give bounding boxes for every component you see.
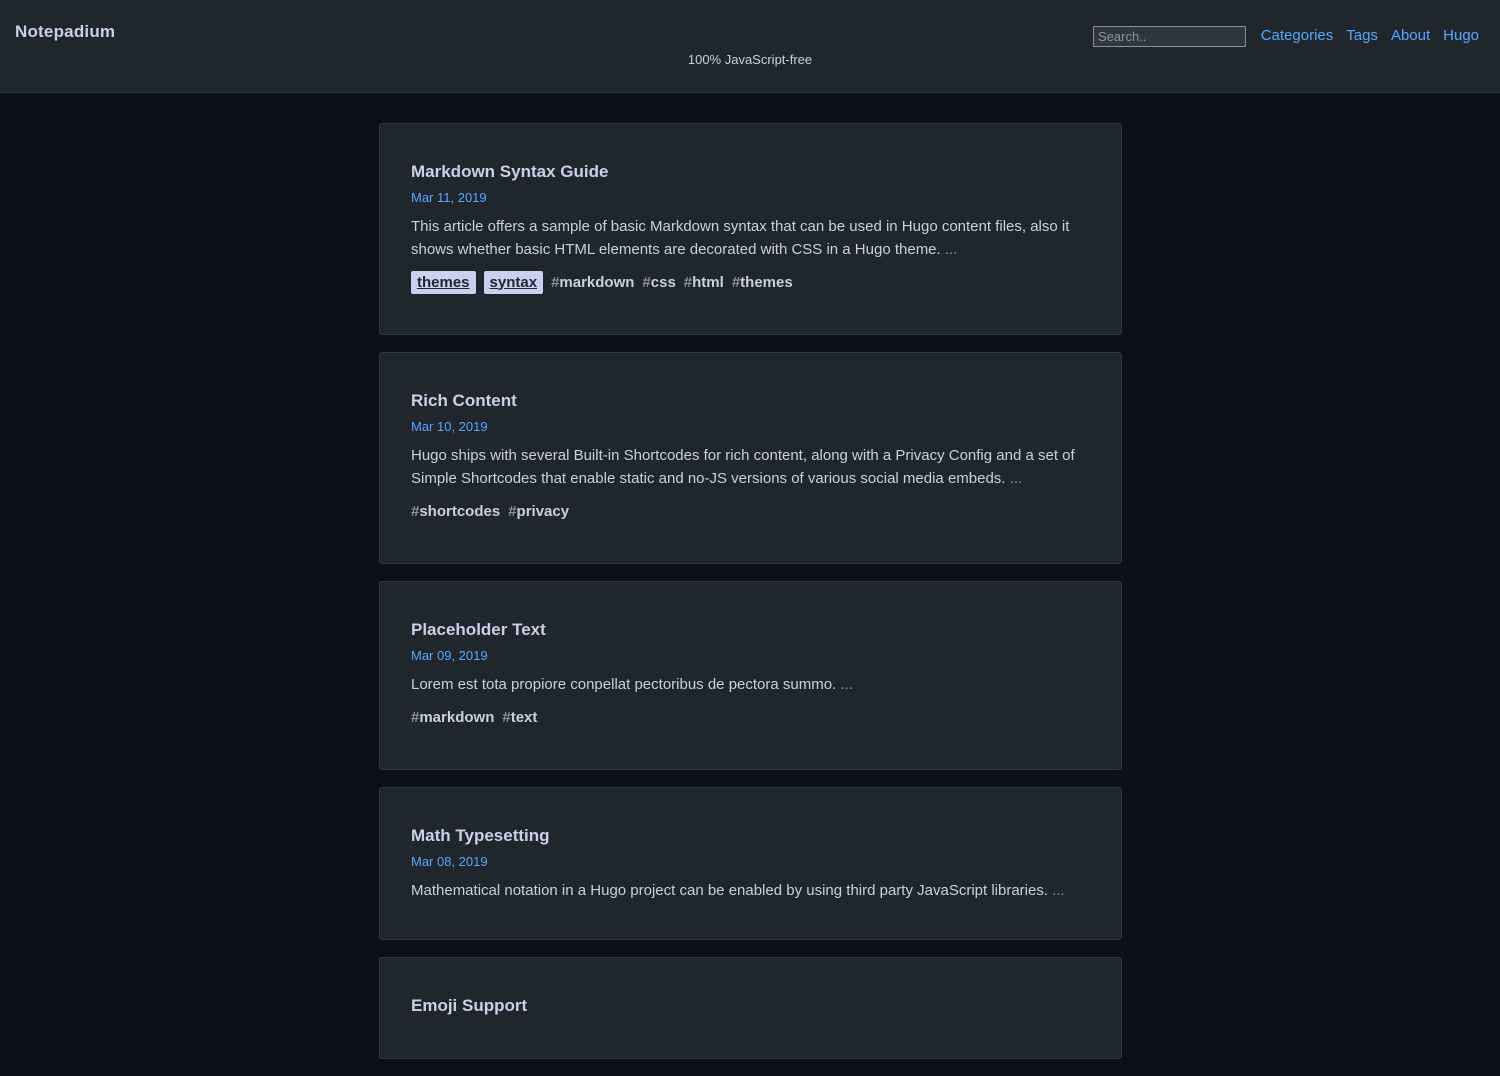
tag-label: themes [740, 273, 793, 291]
post-summary: Hugo ships with several Built-in Shortco… [411, 444, 1090, 490]
tag-link[interactable]: #privacy [508, 500, 569, 523]
post-title-link[interactable]: Rich Content [411, 391, 517, 410]
nav-link-about[interactable]: About [1391, 26, 1430, 46]
tag-label: markdown [559, 273, 635, 291]
post-title-link[interactable]: Math Typesetting [411, 826, 550, 845]
read-more-link[interactable]: ... [945, 241, 958, 258]
tag-label: text [510, 708, 538, 726]
post-card: Placeholder Text Mar 09, 2019 Lorem est … [379, 581, 1122, 770]
post-date: Mar 09, 2019 [411, 648, 488, 663]
tag-link[interactable]: #themes [732, 271, 793, 294]
post-title-link[interactable]: Markdown Syntax Guide [411, 162, 608, 181]
nav-link-hugo[interactable]: Hugo [1443, 26, 1479, 46]
site-brand-link[interactable]: Notepadium [15, 22, 115, 42]
post-title-link[interactable]: Placeholder Text [411, 620, 546, 639]
tag-link[interactable]: #markdown [411, 706, 494, 729]
post-title-link[interactable]: Emoji Support [411, 996, 527, 1015]
post-card: Markdown Syntax Guide Mar 11, 2019 This … [379, 123, 1122, 335]
tag-link[interactable]: #shortcodes [411, 500, 500, 523]
post-card: Math Typesetting Mar 08, 2019 Mathematic… [379, 787, 1122, 940]
read-more-link[interactable]: ... [840, 676, 853, 693]
post-card: Rich Content Mar 10, 2019 Hugo ships wit… [379, 352, 1122, 564]
post-date: Mar 10, 2019 [411, 419, 488, 434]
post-date: Mar 11, 2019 [411, 190, 487, 205]
read-more-link[interactable]: ... [1052, 882, 1065, 899]
read-more-link[interactable]: ... [1010, 470, 1023, 487]
post-date: Mar 08, 2019 [411, 854, 488, 869]
post-summary-text: Mathematical notation in a Hugo project … [411, 882, 1049, 899]
tag-link[interactable]: #markdown [551, 271, 634, 294]
tag-label: html [692, 273, 724, 291]
post-summary: Lorem est tota propiore conpellat pector… [411, 673, 1090, 696]
post-summary-text: This article offers a sample of basic Ma… [411, 218, 1070, 258]
tag-label: css [650, 273, 676, 291]
category-chip[interactable]: syntax [483, 270, 544, 294]
post-taxonomy: #markdown #text [411, 705, 1090, 729]
tag-link[interactable]: #html [684, 271, 724, 294]
post-summary: This article offers a sample of basic Ma… [411, 215, 1090, 261]
nav-link-categories[interactable]: Categories [1261, 26, 1334, 46]
nav-link-tags[interactable]: Tags [1346, 26, 1378, 46]
hash-symbol: # [731, 273, 741, 291]
hash-symbol: # [683, 273, 693, 291]
post-card: Emoji Support [379, 957, 1122, 1059]
search-input[interactable] [1093, 26, 1246, 47]
tag-link[interactable]: #text [502, 706, 537, 729]
tag-label: markdown [419, 708, 495, 726]
post-summary-text: Lorem est tota propiore conpellat pector… [411, 676, 837, 693]
hash-symbol: # [642, 273, 651, 291]
post-summary: Mathematical notation in a Hugo project … [411, 879, 1090, 902]
hash-symbol: # [502, 708, 511, 726]
main-nav: Categories Tags About Hugo [1261, 26, 1479, 46]
tag-label: shortcodes [419, 502, 501, 520]
post-taxonomy: #shortcodes #privacy [411, 499, 1090, 523]
site-tagline: 100% JavaScript-free [687, 52, 813, 67]
tag-link[interactable]: #css [642, 271, 675, 294]
post-feed: Markdown Syntax Guide Mar 11, 2019 This … [379, 123, 1122, 1076]
tag-label: privacy [516, 502, 570, 520]
hash-symbol: # [508, 502, 517, 520]
post-summary-text: Hugo ships with several Built-in Shortco… [411, 447, 1075, 487]
category-chip[interactable]: themes [411, 270, 476, 294]
site-header: Notepadium 100% JavaScript-free Categori… [0, 0, 1500, 93]
post-taxonomy: themes syntax #markdown #css #html #them… [411, 270, 1090, 294]
